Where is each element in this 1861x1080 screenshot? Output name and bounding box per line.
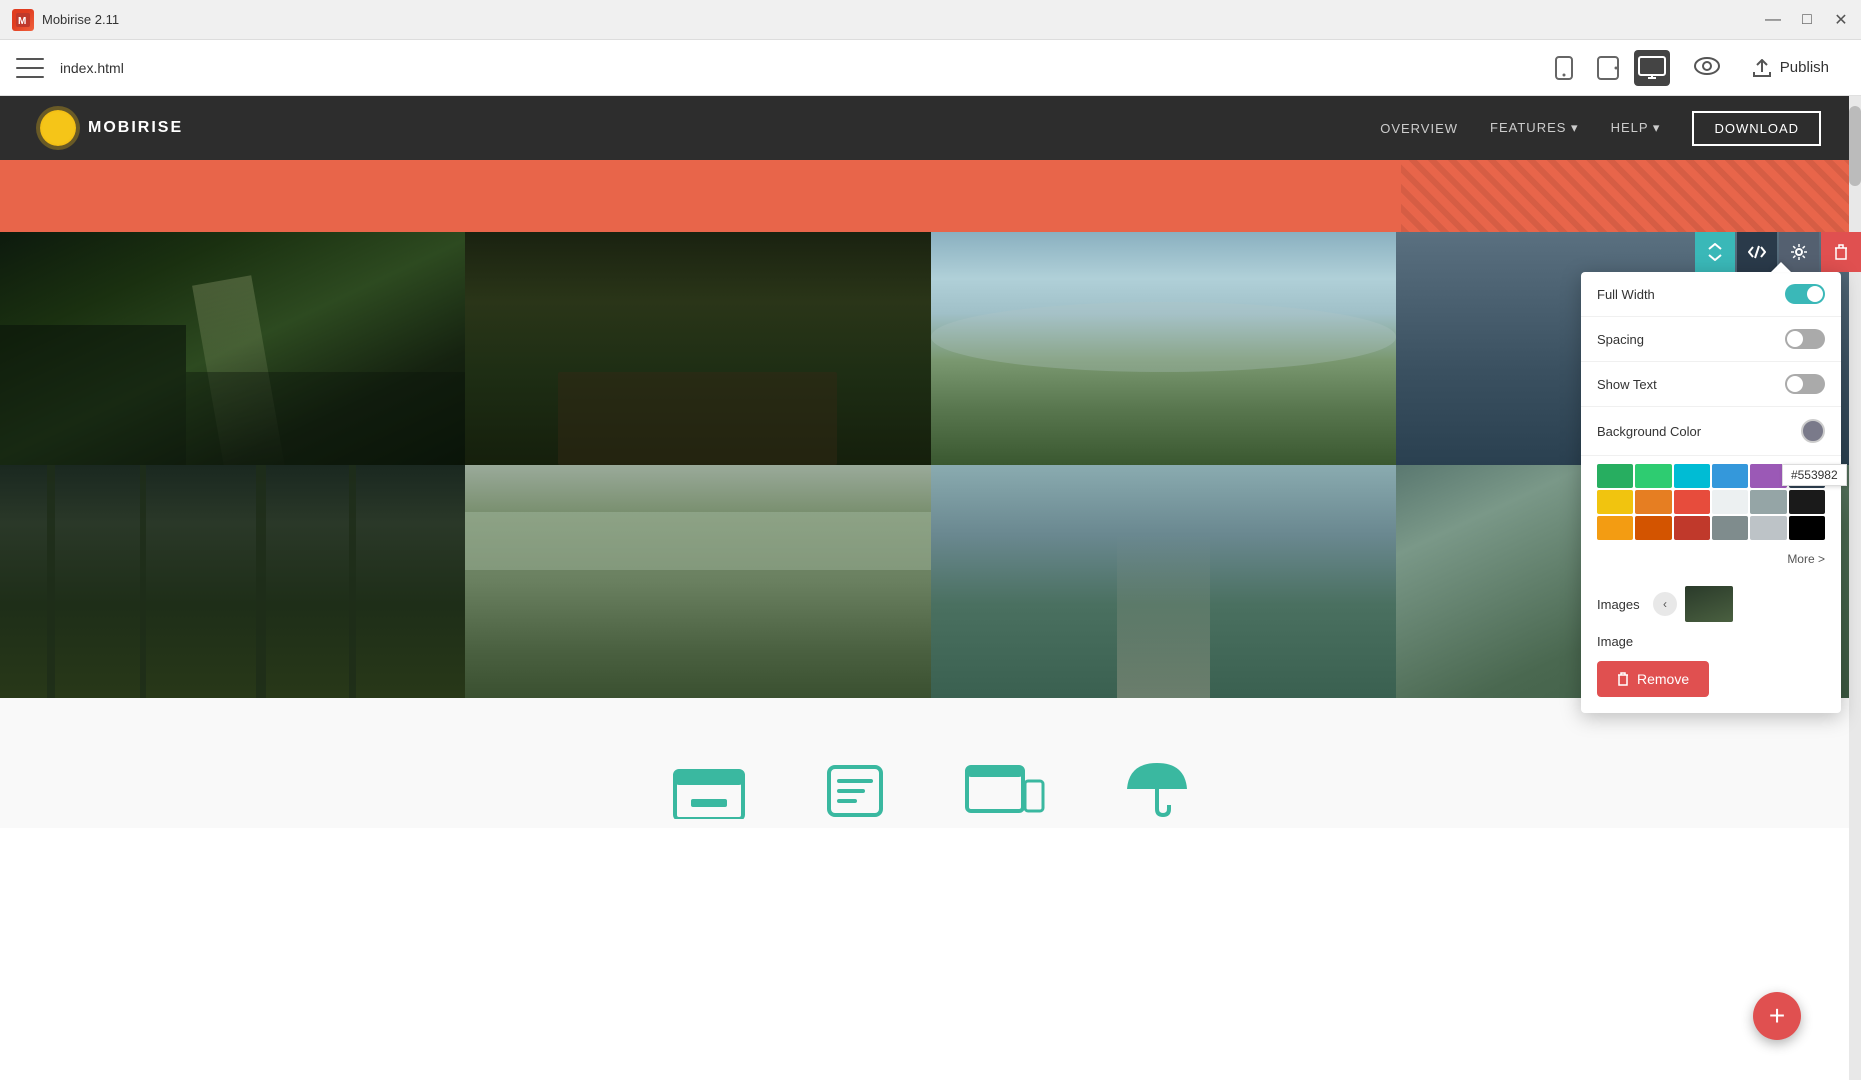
color-swatch-darkorange[interactable] <box>1635 516 1671 540</box>
settings-panel-arrow <box>1771 262 1791 272</box>
titlebar-logo: M Mobirise 2.11 <box>12 9 1765 31</box>
color-swatch-pure-black[interactable] <box>1789 516 1825 540</box>
spacing-toggle[interactable] <box>1785 329 1825 349</box>
image-label: Image <box>1597 634 1645 649</box>
window-controls: — □ ✕ <box>1765 12 1849 28</box>
color-swatch-black[interactable] <box>1789 490 1825 514</box>
feature-icon-app <box>825 763 885 828</box>
gallery-image-6 <box>465 465 930 698</box>
feature-icon-responsive <box>965 763 1045 828</box>
color-swatch-purple[interactable]: #553982 <box>1750 464 1786 488</box>
color-swatch-gold[interactable] <box>1597 516 1633 540</box>
full-width-label: Full Width <box>1597 287 1785 302</box>
background-color-row: Background Color <box>1581 407 1841 456</box>
show-text-label: Show Text <box>1597 377 1785 392</box>
show-text-toggle-knob <box>1787 376 1803 392</box>
nav-download[interactable]: DOWNLOAD <box>1692 111 1821 146</box>
color-tooltip: #553982 <box>1782 464 1847 486</box>
app-title: Mobirise 2.11 <box>42 12 119 27</box>
scrollbar-thumb[interactable] <box>1849 106 1861 186</box>
preview-button[interactable] <box>1694 55 1720 81</box>
gallery-image-7 <box>931 465 1396 698</box>
gallery-image-5 <box>0 465 465 698</box>
gallery-image-3 <box>931 232 1396 465</box>
site-logo-text: MOBIRISE <box>88 119 183 137</box>
filename-label: index.html <box>60 60 1546 76</box>
bottom-section <box>0 698 1861 828</box>
hero-strip <box>0 160 1861 232</box>
site-logo-area: MOBIRISE <box>40 110 1380 146</box>
titlebar: M Mobirise 2.11 — □ ✕ <box>0 0 1861 40</box>
app-logo-icon: M <box>12 9 34 31</box>
svg-text:M: M <box>18 16 26 27</box>
color-swatch-blue[interactable] <box>1712 464 1748 488</box>
settings-panel: Full Width Spacing Show Text Background … <box>1581 272 1841 713</box>
full-width-row: Full Width <box>1581 272 1841 317</box>
color-swatch-darkgray[interactable] <box>1712 516 1748 540</box>
add-section-fab[interactable]: + <box>1753 992 1801 1040</box>
background-color-label: Background Color <box>1597 424 1801 439</box>
image-row: Image <box>1581 630 1841 653</box>
browser-shape-icon <box>673 763 745 828</box>
close-button[interactable]: ✕ <box>1833 12 1849 28</box>
umbrella-shape-icon <box>1125 759 1189 828</box>
block-rearrange-button[interactable] <box>1695 232 1735 272</box>
more-colors-link[interactable]: More > <box>1597 548 1825 570</box>
toolbar: index.html Publish <box>0 40 1861 96</box>
spacing-toggle-knob <box>1787 331 1803 347</box>
color-swatch-red[interactable] <box>1674 490 1710 514</box>
color-swatch-yellow[interactable] <box>1597 490 1633 514</box>
block-delete-button[interactable] <box>1821 232 1861 272</box>
publish-label: Publish <box>1780 59 1829 76</box>
app-shape-icon <box>825 763 885 828</box>
images-label: Images <box>1597 597 1645 612</box>
hamburger-menu-icon[interactable] <box>16 58 44 78</box>
gallery-image-2 <box>465 232 930 465</box>
color-swatch-lightgreen[interactable] <box>1635 464 1671 488</box>
publish-button[interactable]: Publish <box>1736 51 1845 85</box>
tablet-device-button[interactable] <box>1590 50 1626 86</box>
color-swatch-lightgray[interactable] <box>1750 516 1786 540</box>
color-swatch-green[interactable] <box>1597 464 1633 488</box>
site-logo-sun-icon <box>40 110 76 146</box>
nav-help[interactable]: HELP ▾ <box>1611 120 1661 136</box>
color-swatch-gray[interactable] <box>1750 490 1786 514</box>
mobile-device-button[interactable] <box>1546 50 1582 86</box>
color-swatch-orange[interactable] <box>1635 490 1671 514</box>
nav-overview[interactable]: OVERVIEW <box>1380 121 1458 136</box>
feature-icon-umbrella <box>1125 759 1189 828</box>
gallery-section: Full Width Spacing Show Text Background … <box>0 232 1861 698</box>
full-width-toggle-knob <box>1807 286 1823 302</box>
show-text-toggle[interactable] <box>1785 374 1825 394</box>
color-swatch-white[interactable] <box>1712 490 1748 514</box>
nav-features[interactable]: FEATURES ▾ <box>1490 120 1579 136</box>
toolbar-right: Publish <box>1694 51 1845 85</box>
spacing-label: Spacing <box>1597 332 1785 347</box>
color-swatch-darkred[interactable] <box>1674 516 1710 540</box>
images-row: Images ‹ <box>1581 578 1841 630</box>
desktop-device-button[interactable] <box>1634 50 1670 86</box>
trash-icon <box>1617 672 1629 686</box>
device-switcher <box>1546 50 1670 86</box>
responsive-shape-icon <box>965 763 1045 828</box>
color-swatch-cyan[interactable] <box>1674 464 1710 488</box>
full-width-toggle[interactable] <box>1785 284 1825 304</box>
images-nav-prev[interactable]: ‹ <box>1653 592 1677 616</box>
color-swatches-grid: #553982 <box>1597 464 1825 540</box>
hero-pattern <box>1401 160 1861 232</box>
image-thumbnail[interactable] <box>1685 586 1733 622</box>
maximize-button[interactable]: □ <box>1799 12 1815 28</box>
feature-icon-browser <box>673 763 745 828</box>
remove-label: Remove <box>1637 671 1689 687</box>
site-nav-links: OVERVIEW FEATURES ▾ HELP ▾ DOWNLOAD <box>1380 111 1821 146</box>
spacing-row: Spacing <box>1581 317 1841 362</box>
color-picker-section: #553982 More > <box>1581 456 1841 578</box>
background-color-swatch[interactable] <box>1801 419 1825 443</box>
minimize-button[interactable]: — <box>1765 12 1781 28</box>
show-text-row: Show Text <box>1581 362 1841 407</box>
remove-button[interactable]: Remove <box>1597 661 1709 697</box>
site-navbar: MOBIRISE OVERVIEW FEATURES ▾ HELP ▾ DOWN… <box>0 96 1861 160</box>
gallery-image-1 <box>0 232 465 465</box>
